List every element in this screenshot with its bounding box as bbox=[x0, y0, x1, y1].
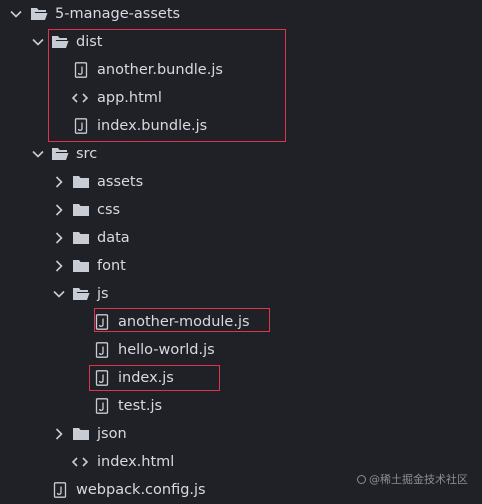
tree-item-hello-world-js[interactable]: hello-world.js bbox=[0, 336, 482, 364]
chevron-down-icon[interactable] bbox=[31, 147, 45, 161]
tree-item-index-js[interactable]: index.js bbox=[0, 364, 482, 392]
chevron-right-icon[interactable] bbox=[52, 427, 66, 441]
watermark-logo-icon bbox=[357, 474, 366, 484]
chevron-right-icon[interactable] bbox=[52, 259, 66, 273]
folder-open-icon bbox=[51, 34, 69, 50]
html-file-icon bbox=[71, 454, 89, 470]
folder-icon bbox=[72, 230, 90, 246]
tree-item-label: another-module.js bbox=[118, 314, 250, 330]
tree-item-dist[interactable]: dist bbox=[0, 28, 482, 56]
chevron-down-icon[interactable] bbox=[9, 7, 23, 21]
tree-item-label: json bbox=[97, 426, 127, 442]
tree-item-label: test.js bbox=[118, 398, 163, 414]
folder-icon bbox=[72, 202, 90, 218]
chevron-right-icon[interactable] bbox=[52, 175, 66, 189]
folder-icon bbox=[72, 258, 90, 274]
tree-item-label: index.html bbox=[97, 454, 175, 470]
folder-open-icon bbox=[51, 146, 69, 162]
watermark-text: @稀土掘金技术社区 bbox=[369, 473, 468, 486]
chevron-down-icon[interactable] bbox=[31, 35, 45, 49]
tree-item-label: index.bundle.js bbox=[97, 118, 208, 134]
tree-item-label: webpack.config.js bbox=[76, 482, 206, 498]
folder-icon bbox=[72, 426, 90, 442]
tree-item-label: app.html bbox=[97, 90, 162, 106]
file-explorer-tree: 5-manage-assets dist another.bundle.js a… bbox=[0, 0, 482, 501]
tree-item-label: data bbox=[97, 230, 130, 246]
tree-item-label: js bbox=[97, 286, 109, 302]
tree-item-label: 5-manage-assets bbox=[55, 6, 181, 22]
tree-item-label: another.bundle.js bbox=[97, 62, 223, 78]
js-file-icon bbox=[72, 62, 90, 78]
chevron-right-icon[interactable] bbox=[52, 203, 66, 217]
tree-item-label: dist bbox=[76, 34, 103, 50]
tree-item-another-bundle-js[interactable]: another.bundle.js bbox=[0, 56, 482, 84]
tree-item-index-bundle-js[interactable]: index.bundle.js bbox=[0, 112, 482, 140]
chevron-right-icon[interactable] bbox=[52, 231, 66, 245]
js-file-icon bbox=[51, 482, 69, 498]
watermark: @稀土掘金技术社区 bbox=[357, 471, 468, 487]
tree-item-label: index.js bbox=[118, 370, 174, 386]
tree-item-css[interactable]: css bbox=[0, 196, 482, 224]
tree-item-js[interactable]: js bbox=[0, 280, 482, 308]
tree-item-label: font bbox=[97, 258, 126, 274]
js-file-icon bbox=[93, 370, 111, 386]
js-file-icon bbox=[93, 314, 111, 330]
tree-item-another-module-js[interactable]: another-module.js bbox=[0, 308, 482, 336]
tree-item-test-js[interactable]: test.js bbox=[0, 392, 482, 420]
tree-item-5-manage-assets[interactable]: 5-manage-assets bbox=[0, 0, 482, 28]
tree-item-font[interactable]: font bbox=[0, 252, 482, 280]
folder-open-icon bbox=[30, 6, 48, 22]
js-file-icon bbox=[93, 342, 111, 358]
folder-icon bbox=[72, 174, 90, 190]
tree-item-assets[interactable]: assets bbox=[0, 168, 482, 196]
js-file-icon bbox=[72, 118, 90, 134]
chevron-down-icon[interactable] bbox=[52, 287, 66, 301]
tree-item-label: css bbox=[97, 202, 121, 218]
js-file-icon bbox=[93, 398, 111, 414]
tree-item-label: assets bbox=[97, 174, 144, 190]
tree-item-json[interactable]: json bbox=[0, 420, 482, 448]
tree-item-label: hello-world.js bbox=[118, 342, 215, 358]
tree-item-src[interactable]: src bbox=[0, 140, 482, 168]
tree-item-label: src bbox=[76, 146, 98, 162]
tree-item-app-html[interactable]: app.html bbox=[0, 84, 482, 112]
folder-open-icon bbox=[72, 286, 90, 302]
html-file-icon bbox=[71, 90, 89, 106]
tree-item-data[interactable]: data bbox=[0, 224, 482, 252]
